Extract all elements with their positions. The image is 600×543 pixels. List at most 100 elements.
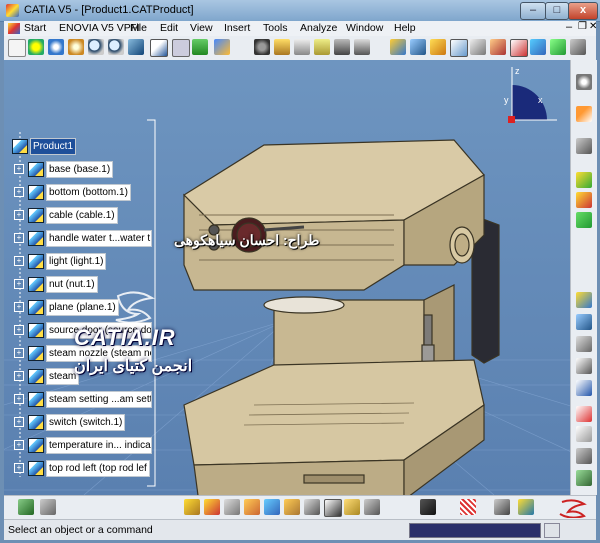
- doc-minimize-icon[interactable]: –: [566, 21, 572, 33]
- expand-icon[interactable]: +: [14, 164, 24, 174]
- redo-icon[interactable]: [40, 499, 56, 515]
- expand-icon[interactable]: +: [14, 417, 24, 427]
- start-icon[interactable]: [8, 23, 20, 34]
- tools-options-icon[interactable]: [570, 39, 586, 55]
- tree-item-label[interactable]: bottom (bottom.1): [46, 184, 131, 201]
- grid-icon[interactable]: [460, 499, 476, 515]
- fit-all-icon[interactable]: [28, 39, 44, 55]
- menu-analyze[interactable]: Analyze: [300, 22, 337, 34]
- tree-item-label[interactable]: switch (switch.1): [46, 414, 126, 431]
- contact-icon[interactable]: [244, 499, 260, 515]
- bom-icon[interactable]: [510, 39, 528, 57]
- tree-item-label[interactable]: nut (nut.1): [46, 276, 98, 293]
- camera-icon[interactable]: [420, 499, 436, 515]
- expand-icon[interactable]: +: [14, 325, 24, 335]
- tree-item-label[interactable]: cable (cable.1): [46, 207, 118, 224]
- tree-item-label[interactable]: steam setting ...am sett: [46, 391, 152, 408]
- tree-item[interactable]: + top rod left (top rod lef: [10, 460, 150, 477]
- section-icon[interactable]: [430, 39, 446, 55]
- apply-material-icon[interactable]: [550, 39, 566, 55]
- measure-icon[interactable]: [334, 39, 350, 55]
- tree-item[interactable]: + light (light.1): [10, 253, 150, 270]
- reuse-pattern-icon[interactable]: [304, 499, 320, 515]
- snap-icon[interactable]: [576, 406, 592, 422]
- menu-tools[interactable]: Tools: [263, 22, 288, 34]
- product-icon[interactable]: [274, 39, 290, 55]
- select-icon[interactable]: [8, 39, 26, 57]
- flag-note-icon[interactable]: [490, 39, 506, 55]
- clash-icon[interactable]: [410, 39, 426, 55]
- tree-item[interactable]: + steam setting ...am sett: [10, 391, 152, 408]
- minimize-button[interactable]: –: [520, 2, 546, 20]
- 3d-viewport[interactable]: z x y Product1 + base (base.1) + bottom (b…: [4, 60, 570, 495]
- select-arrow-icon[interactable]: [576, 106, 592, 122]
- multi-view-icon[interactable]: [150, 39, 168, 57]
- bom-icon[interactable]: [344, 499, 360, 515]
- doc-restore-icon[interactable]: ❐: [578, 21, 587, 32]
- annotation-icon[interactable]: [576, 426, 592, 442]
- tree-item-label[interactable]: top rod left (top rod lef: [46, 460, 150, 477]
- expand-icon[interactable]: +: [14, 187, 24, 197]
- doc-close-icon[interactable]: ✕: [589, 21, 597, 32]
- component-icon[interactable]: [576, 138, 592, 154]
- zoom-in-icon[interactable]: [88, 39, 104, 55]
- menu-window[interactable]: Window: [346, 22, 383, 34]
- rotate-icon[interactable]: [68, 39, 84, 55]
- normal-view-icon[interactable]: [128, 39, 144, 55]
- explode-icon[interactable]: [390, 39, 406, 55]
- expand-icon[interactable]: +: [14, 440, 24, 450]
- zoom-out-icon[interactable]: [108, 39, 124, 55]
- render-icon[interactable]: [530, 39, 546, 55]
- update-icon[interactable]: [184, 499, 200, 515]
- expand-icon[interactable]: +: [14, 371, 24, 381]
- angle-icon[interactable]: [284, 499, 300, 515]
- tree-item[interactable]: + base (base.1): [10, 161, 150, 178]
- snap-icon[interactable]: [354, 39, 370, 55]
- menu-file[interactable]: File: [130, 22, 147, 34]
- tree-item-label[interactable]: plane (plane.1): [46, 299, 119, 316]
- expand-icon[interactable]: +: [14, 210, 24, 220]
- part-icon[interactable]: [576, 192, 592, 208]
- expand-icon[interactable]: +: [14, 463, 24, 473]
- renumber-icon[interactable]: [576, 336, 592, 352]
- tree-root-label[interactable]: Product1: [30, 138, 77, 155]
- catalog-icon[interactable]: [254, 39, 270, 55]
- scene-icon[interactable]: [576, 470, 592, 486]
- constraint-icon[interactable]: [204, 499, 220, 515]
- compass-icon[interactable]: [576, 74, 592, 90]
- tree-item[interactable]: + cable (cable.1): [10, 207, 150, 224]
- graph-tree-icon[interactable]: [576, 314, 592, 330]
- menu-help[interactable]: Help: [394, 22, 416, 34]
- hide-show-icon[interactable]: [172, 39, 190, 57]
- replace-icon[interactable]: [576, 292, 592, 308]
- compass-icon[interactable]: z x y: [502, 65, 562, 125]
- tree-item[interactable]: + temperature in... indica: [10, 437, 152, 454]
- expand-icon[interactable]: +: [14, 302, 24, 312]
- offset-icon[interactable]: [264, 499, 280, 515]
- measure-icon[interactable]: [494, 499, 510, 515]
- tree-item-label[interactable]: temperature in... indica: [46, 437, 152, 454]
- flag-note-icon[interactable]: [576, 448, 592, 464]
- tree-item[interactable]: + switch (switch.1): [10, 414, 150, 431]
- tree-item[interactable]: + bottom (bottom.1): [10, 184, 150, 201]
- save-icon[interactable]: [364, 499, 380, 515]
- pan-icon[interactable]: [48, 39, 64, 55]
- close-button[interactable]: x: [568, 2, 598, 20]
- expand-icon[interactable]: +: [14, 256, 24, 266]
- existing-component-icon[interactable]: [576, 212, 592, 228]
- scene-icon[interactable]: [450, 39, 468, 57]
- undo-icon[interactable]: [18, 499, 34, 515]
- expand-icon[interactable]: +: [14, 233, 24, 243]
- menu-insert[interactable]: Insert: [224, 22, 250, 34]
- maximize-button[interactable]: □: [545, 2, 569, 20]
- tree-item-label[interactable]: handle water t...water t: [46, 230, 152, 247]
- tree-item-label[interactable]: base (base.1): [46, 161, 114, 178]
- fix-icon[interactable]: [224, 499, 240, 515]
- shading-icon[interactable]: [214, 39, 230, 55]
- tree-item[interactable]: + handle water t...water t: [10, 230, 152, 247]
- constraint-icon[interactable]: [314, 39, 330, 55]
- annotation-icon[interactable]: [470, 39, 486, 55]
- swap-visible-icon[interactable]: [192, 39, 208, 55]
- coffee-machine-model[interactable]: [154, 105, 514, 495]
- expand-icon[interactable]: +: [14, 279, 24, 289]
